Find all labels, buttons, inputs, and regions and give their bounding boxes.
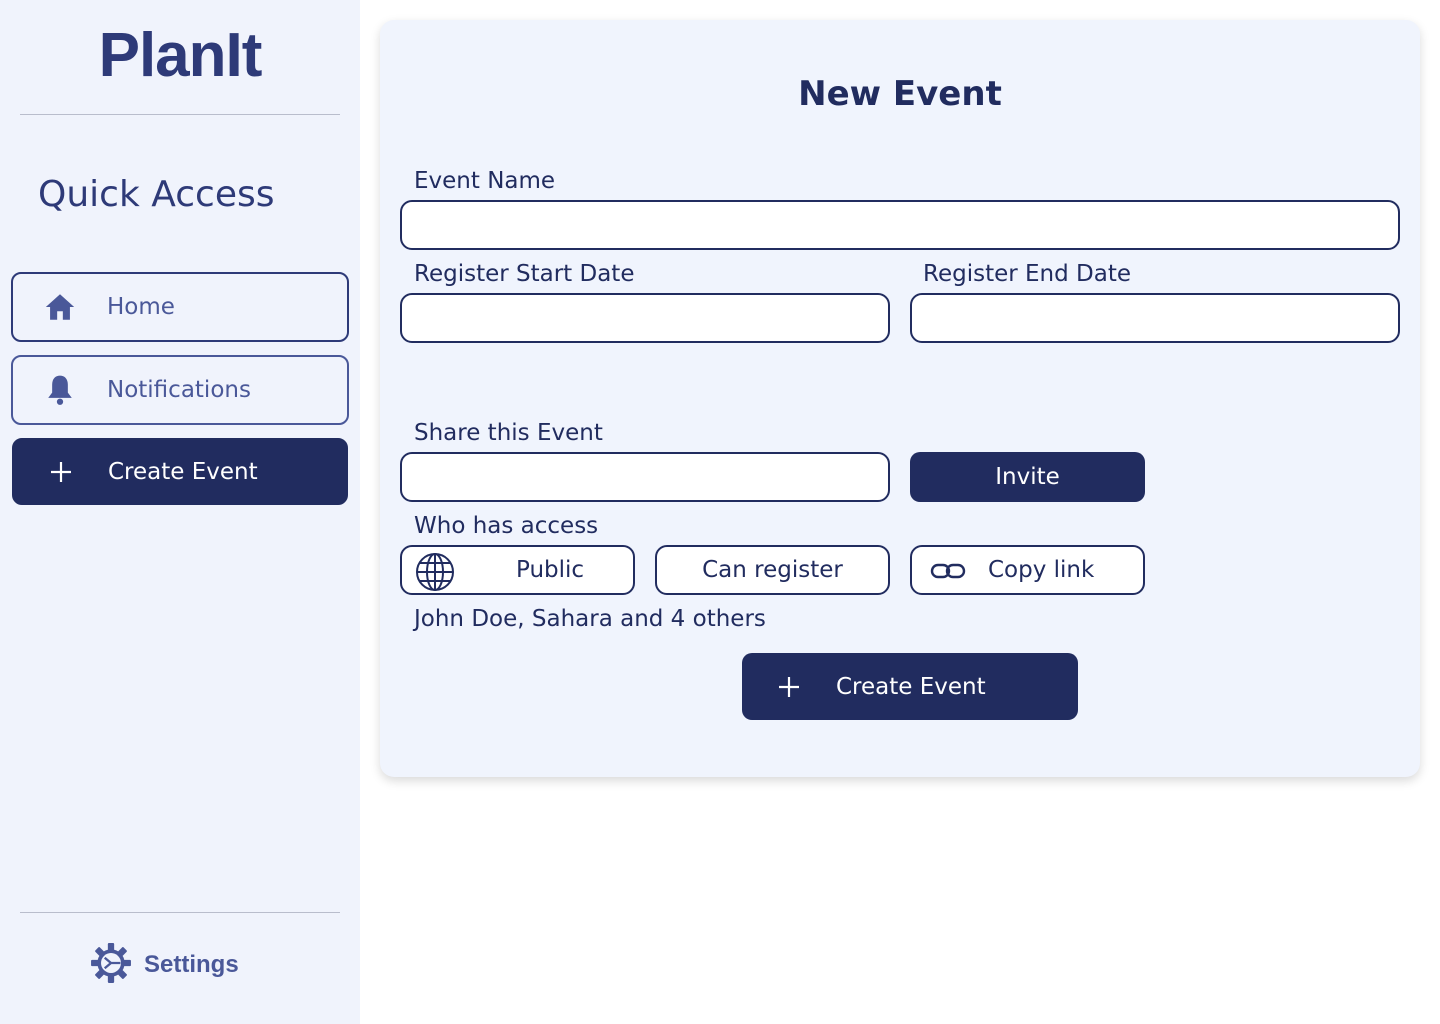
globe-icon <box>415 552 455 596</box>
sidebar-item-label: Notifications <box>107 377 251 403</box>
access-label: Who has access <box>414 513 599 539</box>
home-icon <box>13 290 107 324</box>
share-input[interactable] <box>400 452 890 502</box>
visibility-value: Public <box>516 557 585 583</box>
event-name-label: Event Name <box>414 168 556 194</box>
access-members-text: John Doe, Sahara and 4 others <box>414 606 766 632</box>
create-event-button[interactable]: Create Event <box>742 653 1078 720</box>
event-name-input[interactable] <box>400 200 1400 250</box>
register-start-label: Register Start Date <box>414 261 635 287</box>
page-title: New Event <box>798 74 1002 114</box>
create-event-label: Create Event <box>836 673 986 700</box>
register-end-input[interactable] <box>910 293 1400 343</box>
sidebar-item-label: Create Event <box>108 458 258 485</box>
link-icon <box>930 561 966 585</box>
visibility-select[interactable]: Public <box>400 545 635 595</box>
plus-icon <box>742 675 836 699</box>
settings-label: Settings <box>144 951 239 978</box>
plus-icon <box>14 460 108 484</box>
settings-button[interactable]: Settings <box>90 942 239 988</box>
new-event-card: New Event Event Name Register Start Date… <box>380 20 1420 777</box>
copy-link-label: Copy link <box>988 557 1095 583</box>
sidebar-item-label: Home <box>107 294 175 320</box>
register-end-label: Register End Date <box>923 261 1131 287</box>
app-logo[interactable]: PlanIt <box>0 20 360 91</box>
sidebar-divider-bottom <box>20 912 340 913</box>
invite-button[interactable]: Invite <box>910 452 1145 502</box>
gear-icon <box>90 942 132 988</box>
sidebar-item-notifications[interactable]: Notifications <box>11 355 349 425</box>
share-label: Share this Event <box>414 420 603 446</box>
copy-link-button[interactable]: Copy link <box>910 545 1145 595</box>
sidebar-divider-top <box>20 114 340 115</box>
sidebar-item-create-event[interactable]: Create Event <box>12 438 348 505</box>
quick-access-title: Quick Access <box>38 174 275 215</box>
sidebar-item-home[interactable]: Home <box>11 272 349 342</box>
permission-value: Can register <box>702 557 843 583</box>
bell-icon <box>13 373 107 407</box>
sidebar: PlanIt Quick Access Home Notifications C… <box>0 0 360 1024</box>
register-start-input[interactable] <box>400 293 890 343</box>
permission-select[interactable]: Can register <box>655 545 890 595</box>
